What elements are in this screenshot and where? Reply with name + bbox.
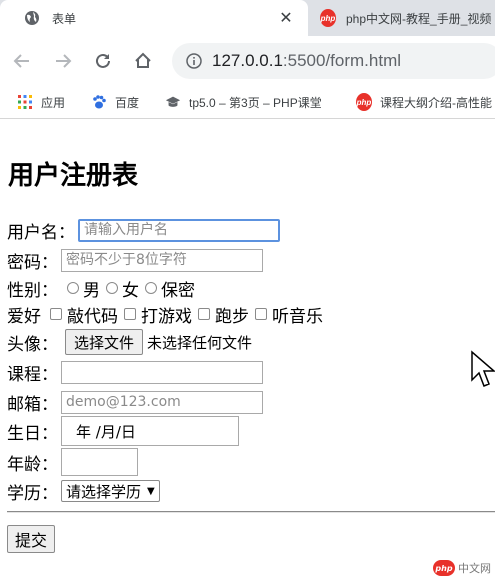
submit-button[interactable]: 提交	[7, 525, 56, 553]
tab-title: 表单	[52, 11, 77, 26]
graduation-cap-icon	[165, 94, 181, 110]
globe-icon	[24, 10, 40, 26]
mouse-cursor-icon	[470, 350, 495, 394]
age-label: 年龄：	[7, 454, 58, 475]
tab-strip: 表单 ✕ php php中文网-教程_手册_视频	[0, 0, 495, 36]
hobby-option-label: 跑步	[215, 306, 249, 327]
php-icon: php	[433, 560, 455, 576]
back-arrow-icon[interactable]	[10, 49, 34, 73]
tab-php[interactable]: php php中文网-教程_手册_视频	[310, 0, 495, 36]
php-icon: php	[320, 9, 336, 27]
age-input[interactable]	[61, 448, 138, 476]
tab-form[interactable]: 表单 ✕	[0, 0, 308, 36]
apps-grid-icon	[17, 94, 33, 110]
php-icon: php	[356, 93, 372, 111]
address-bar[interactable]: 127.0.0.1:5500/form.html	[172, 43, 495, 79]
page-content: 用户注册表 用户名： 密码： 性别： 男 女 保密 爱好 敲代码 打游戏 跑步 …	[0, 119, 495, 580]
browser-toolbar: 127.0.0.1:5500/form.html	[0, 36, 495, 86]
choose-file-button[interactable]: 选择文件	[65, 329, 144, 355]
bookmark-label: tp5.0 – 第3页 – PHP课堂	[189, 95, 322, 110]
course-label: 课程：	[7, 364, 58, 385]
gender-radio-secret[interactable]	[145, 282, 157, 294]
username-row: 用户名：	[7, 217, 280, 243]
birthday-row: 生日： 年 /月/日	[7, 416, 239, 446]
baidu-paw-icon	[91, 94, 107, 110]
email-input[interactable]	[61, 390, 263, 414]
birthday-label: 生日：	[7, 423, 58, 444]
gender-radio-male[interactable]	[67, 282, 79, 294]
password-label: 密码：	[7, 252, 58, 273]
bookmark-baidu[interactable]: 百度	[91, 86, 139, 118]
gender-option-label: 保密	[161, 280, 195, 301]
tab-title: php中文网-教程_手册_视频	[346, 11, 492, 26]
bookmark-label: 课程大纲介绍-高性能	[380, 95, 492, 110]
bookmark-apps[interactable]: 应用	[17, 86, 65, 118]
education-select[interactable]: 请选择学历 ▼	[61, 480, 160, 502]
education-selected: 请选择学历	[66, 482, 142, 501]
bookmarks-bar: 应用 百度 tp5.0 – 第3页 – PHP课堂 php 课程大纲介绍-高性能	[0, 86, 495, 119]
education-label: 学历：	[7, 483, 58, 504]
watermark: php 中文网	[433, 560, 491, 576]
file-status: 未选择任何文件	[147, 333, 253, 352]
email-label: 邮箱：	[7, 394, 58, 415]
hobby-option-label: 打游戏	[141, 306, 192, 327]
gender-option-label: 女	[122, 280, 139, 301]
bookmark-tp5[interactable]: tp5.0 – 第3页 – PHP课堂	[165, 86, 322, 118]
url-text: 127.0.0.1:5500/form.html	[212, 51, 402, 70]
hobby-checkbox-gaming[interactable]	[124, 308, 136, 320]
gender-row: 性别： 男 女 保密	[7, 275, 195, 301]
form-heading: 用户注册表	[8, 161, 139, 191]
hobby-row: 爱好 敲代码 打游戏 跑步 听音乐	[7, 301, 323, 327]
hobby-checkbox-running[interactable]	[198, 308, 210, 320]
hobby-label: 爱好	[7, 306, 41, 327]
avatar-label: 头像：	[7, 334, 58, 355]
hobby-option-label: 敲代码	[67, 306, 118, 327]
dropdown-arrow-icon: ▼	[147, 485, 155, 497]
hobby-option-label: 听音乐	[272, 306, 323, 327]
email-row: 邮箱：	[7, 389, 263, 415]
password-row: 密码：	[7, 247, 263, 273]
username-label: 用户名：	[7, 222, 75, 243]
age-row: 年龄：	[7, 448, 138, 476]
close-tab-icon[interactable]: ✕	[278, 10, 294, 27]
password-input[interactable]	[61, 248, 263, 272]
bookmark-course[interactable]: php 课程大纲介绍-高性能	[356, 86, 492, 118]
bookmark-label: 百度	[115, 95, 140, 110]
form-divider	[7, 511, 495, 513]
gender-label: 性别：	[7, 280, 58, 301]
reload-icon[interactable]	[91, 49, 115, 73]
submit-row: 提交	[7, 525, 56, 553]
home-icon[interactable]	[131, 49, 155, 73]
hobby-checkbox-coding[interactable]	[50, 308, 62, 320]
education-row: 学历： 请选择学历 ▼	[7, 478, 160, 504]
course-row: 课程：	[7, 359, 263, 385]
username-input[interactable]	[78, 218, 280, 242]
gender-option-label: 男	[83, 280, 100, 301]
avatar-row: 头像： 选择文件 未选择任何文件	[7, 329, 252, 355]
forward-arrow-icon[interactable]	[51, 49, 75, 73]
info-icon[interactable]	[186, 53, 202, 69]
bookmark-label: 应用	[41, 95, 66, 110]
hobby-checkbox-music[interactable]	[255, 308, 267, 320]
gender-radio-female[interactable]	[106, 282, 118, 294]
course-input[interactable]	[61, 360, 263, 384]
birthday-date-input[interactable]: 年 /月/日	[61, 416, 239, 446]
